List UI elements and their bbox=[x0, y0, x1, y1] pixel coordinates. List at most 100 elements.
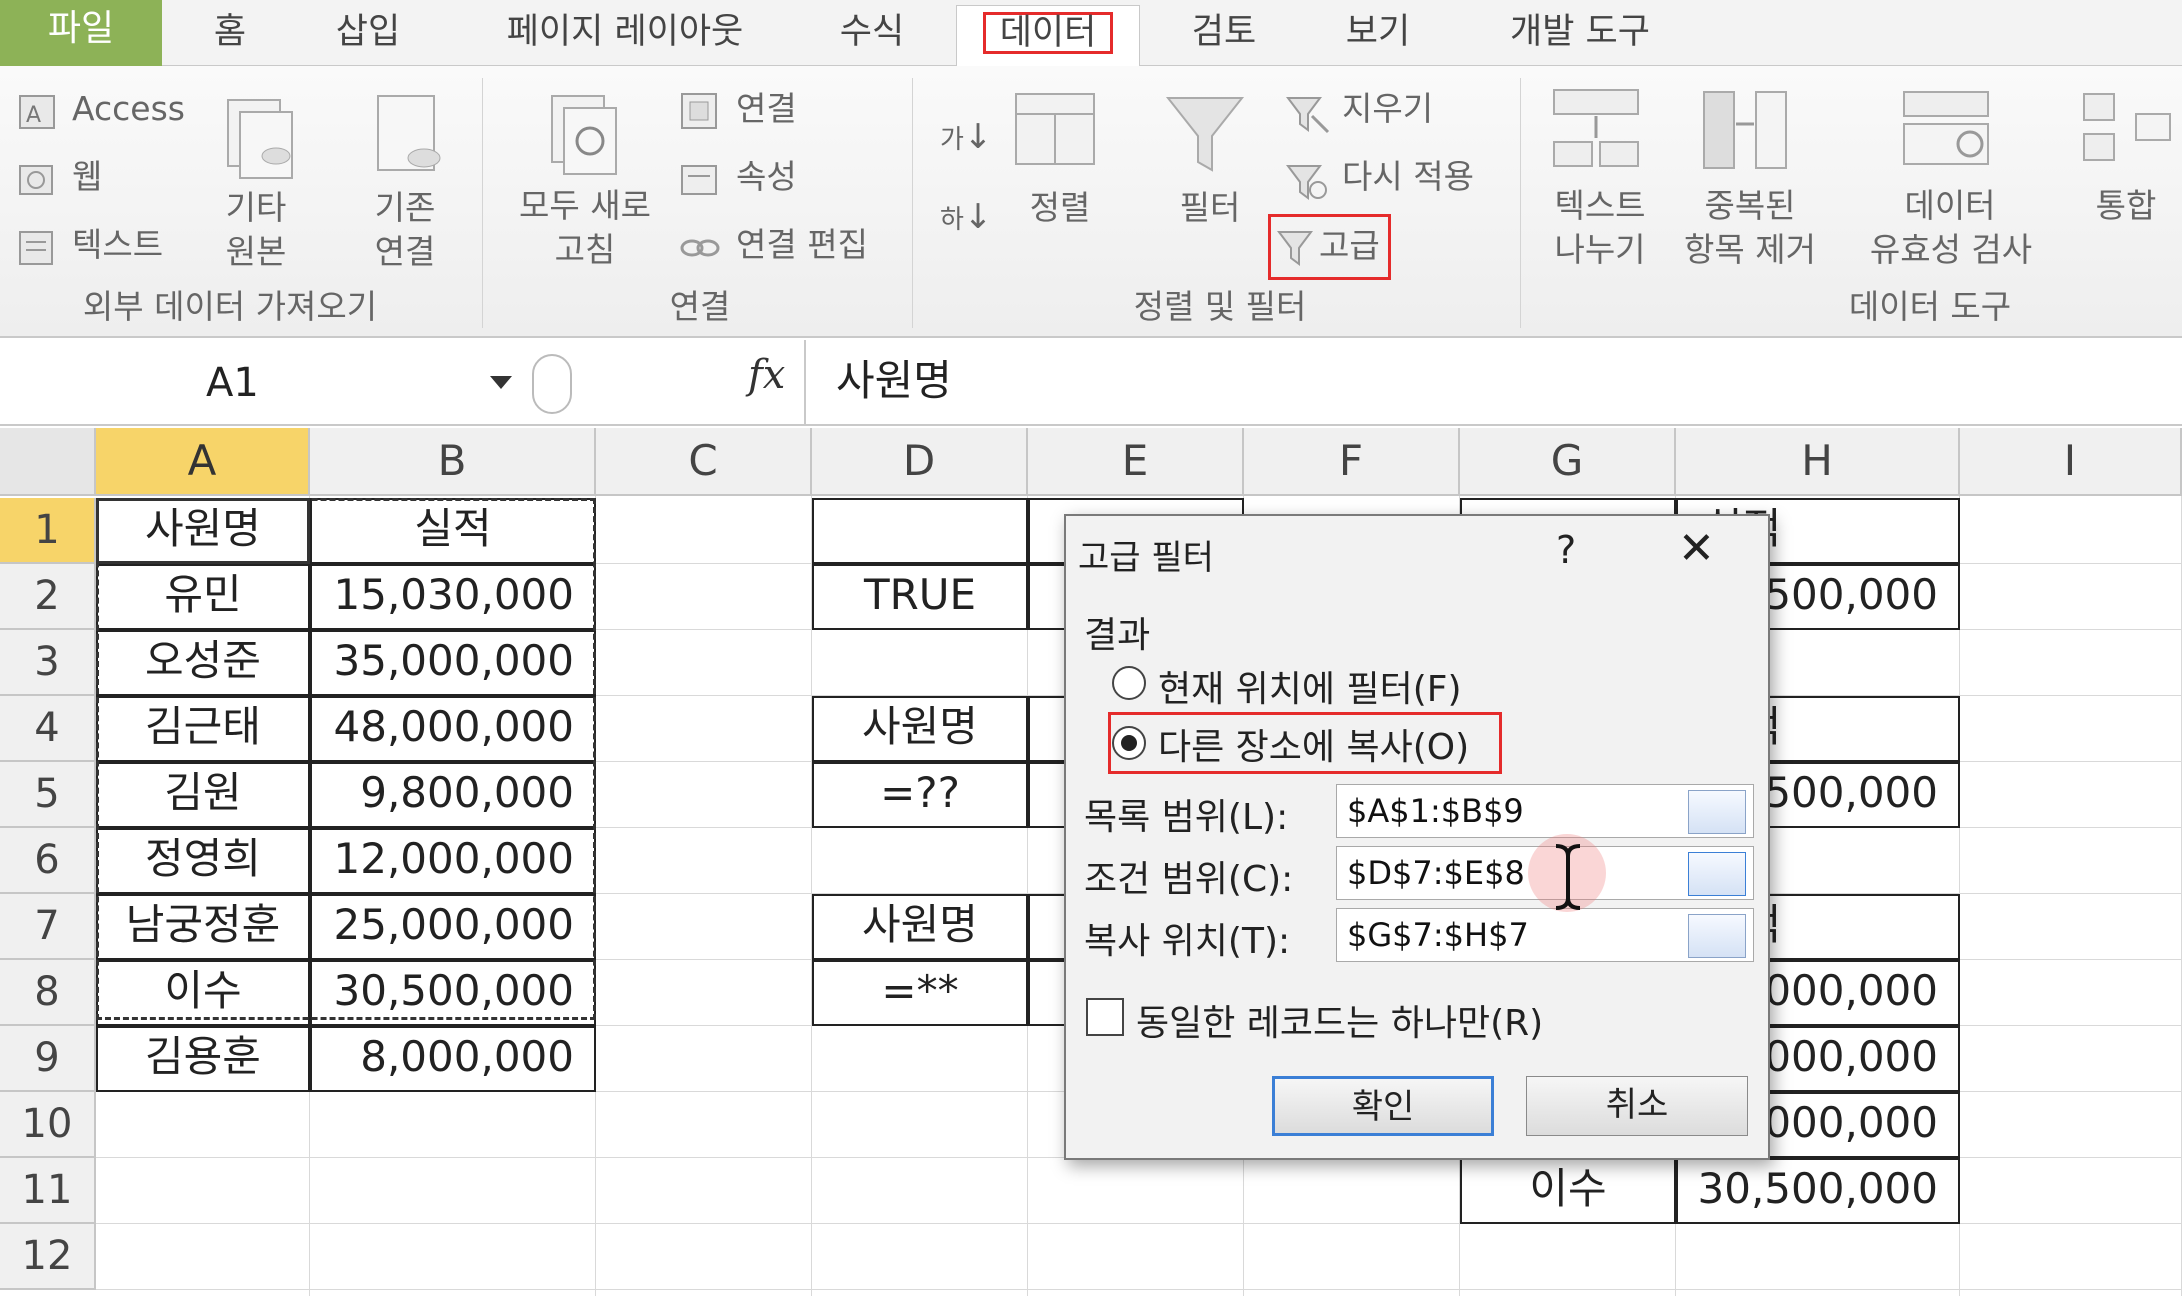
row-header-4[interactable]: 4 bbox=[0, 696, 96, 762]
tab-data[interactable]: 데이터 bbox=[956, 5, 1140, 66]
copy-to-location-label[interactable]: 다른 장소에 복사(O) bbox=[1158, 718, 1469, 770]
reapply-button[interactable]: 다시 적용 bbox=[1342, 156, 1474, 198]
copy-to-collapse-icon[interactable] bbox=[1688, 914, 1746, 958]
column-header-E[interactable]: E bbox=[1028, 428, 1244, 496]
list-range-collapse-icon[interactable] bbox=[1688, 790, 1746, 834]
action-group-label: 결과 bbox=[1084, 615, 1151, 656]
remove-duplicates-label-2[interactable]: 항목 제거 bbox=[1660, 228, 1840, 272]
text-to-columns-label-2[interactable]: 나누기 bbox=[1530, 228, 1670, 272]
row-header-5[interactable]: 5 bbox=[0, 762, 96, 828]
tab-data-label: 데이터 bbox=[982, 12, 1114, 54]
filter-in-place-label[interactable]: 현재 위치에 필터(F) bbox=[1158, 660, 1462, 712]
column-header-F[interactable]: F bbox=[1244, 428, 1460, 496]
consolidate-button[interactable]: 통합 bbox=[2076, 184, 2176, 228]
cell-A9-employee-name[interactable]: 김용훈 bbox=[96, 1026, 310, 1092]
active-cell-border bbox=[96, 498, 310, 564]
column-header-H[interactable]: H bbox=[1676, 428, 1960, 496]
row-header-1[interactable]: 1 bbox=[0, 498, 96, 564]
tab-home[interactable]: 홈 bbox=[200, 6, 260, 58]
row-header-2[interactable]: 2 bbox=[0, 564, 96, 630]
cell-H11-result-value[interactable]: 30,500,000 bbox=[1676, 1158, 1960, 1224]
row-header-8[interactable]: 8 bbox=[0, 960, 96, 1026]
row-gridline bbox=[96, 1289, 2182, 1290]
properties-button[interactable]: 속성 bbox=[736, 156, 797, 198]
tab-formulas[interactable]: 수식 bbox=[822, 6, 922, 58]
refresh-all-label-1[interactable]: 모두 새로 bbox=[500, 184, 670, 228]
filter-button[interactable]: 필터 bbox=[1160, 186, 1260, 230]
column-header-C[interactable]: C bbox=[596, 428, 812, 496]
tab-page-layout[interactable]: 페이지 레이아웃 bbox=[480, 6, 770, 58]
insert-function-icon[interactable]: fx bbox=[748, 352, 785, 398]
criteria-range-collapse-icon[interactable] bbox=[1688, 852, 1746, 896]
help-button[interactable]: ? bbox=[1556, 528, 1576, 572]
sort-button[interactable]: 정렬 bbox=[1010, 186, 1110, 230]
row-header-10[interactable]: 10 bbox=[0, 1092, 96, 1158]
consolidate-icon bbox=[2083, 93, 2171, 161]
existing-connections-label-1[interactable]: 기존 bbox=[350, 186, 460, 230]
unique-records-checkbox[interactable] bbox=[1086, 998, 1124, 1036]
text-to-columns-icon bbox=[1553, 89, 1639, 167]
copy-marquee bbox=[96, 498, 596, 1020]
tab-insert[interactable]: 삽입 bbox=[318, 6, 418, 58]
name-box-dropdown-icon[interactable] bbox=[490, 376, 512, 389]
tab-developer[interactable]: 개발 도구 bbox=[1490, 6, 1670, 58]
close-button[interactable]: ✕ bbox=[1678, 526, 1715, 572]
clear-button[interactable]: 지우기 bbox=[1342, 88, 1433, 130]
criteria-range-label: 조건 범위(C): bbox=[1084, 859, 1294, 900]
formula-input[interactable]: 사원명 bbox=[836, 348, 952, 414]
row-header-12[interactable]: 12 bbox=[0, 1224, 96, 1290]
web-button[interactable]: 웹 bbox=[72, 156, 102, 198]
row-header-7[interactable]: 7 bbox=[0, 894, 96, 960]
cell-D7-criteria-header[interactable]: 사원명 bbox=[812, 894, 1028, 960]
text-button[interactable]: 텍스트 bbox=[72, 224, 163, 266]
tab-view[interactable]: 보기 bbox=[1328, 6, 1428, 58]
row-header-6[interactable]: 6 bbox=[0, 828, 96, 894]
filter-in-place-radio[interactable] bbox=[1112, 666, 1146, 700]
group-label-external-data: 외부 데이터 가져오기 bbox=[82, 287, 378, 326]
copy-to-label: 복사 위치(T): bbox=[1084, 921, 1291, 962]
sort-ascending-button[interactable]: 가↓ bbox=[940, 116, 992, 161]
refresh-all-label-2[interactable]: 고침 bbox=[500, 228, 670, 272]
name-box[interactable]: A1 bbox=[0, 348, 520, 418]
cell-D8-criteria-value[interactable]: =** bbox=[812, 960, 1028, 1026]
cell-B9-performance[interactable]: 8,000,000 bbox=[310, 1026, 596, 1092]
unique-records-label[interactable]: 동일한 레코드는 하나만(R) bbox=[1136, 994, 1543, 1046]
group-label-connections: 연결 bbox=[669, 287, 731, 326]
connections-button[interactable]: 연결 bbox=[736, 88, 797, 130]
data-validation-label-1[interactable]: 데이터 bbox=[1880, 184, 2020, 228]
cancel-button[interactable]: 취소 bbox=[1526, 1076, 1748, 1136]
access-button[interactable]: Access bbox=[72, 88, 185, 130]
existing-connections-icon bbox=[377, 95, 441, 171]
ribbon: A Access 웹 텍스트 기타 원본 기존 연결 외부 데이터 가져오기 모… bbox=[0, 66, 2182, 338]
column-header-A[interactable]: A bbox=[96, 428, 310, 496]
select-all-corner[interactable] bbox=[0, 428, 96, 496]
text-to-columns-label-1[interactable]: 텍스트 bbox=[1530, 184, 1670, 228]
filter-funnel-icon bbox=[1165, 97, 1245, 172]
advanced-filter-button[interactable]: 고급 bbox=[1268, 214, 1391, 280]
column-header-D[interactable]: D bbox=[812, 428, 1028, 496]
column-header-G[interactable]: G bbox=[1460, 428, 1676, 496]
ok-button[interactable]: 확인 bbox=[1272, 1076, 1494, 1136]
text-cursor-icon bbox=[1555, 844, 1581, 910]
remove-duplicates-label-1[interactable]: 중복된 bbox=[1670, 184, 1830, 228]
cell-D4-criteria-header[interactable]: 사원명 bbox=[812, 696, 1028, 762]
edit-links-button[interactable]: 연결 편집 bbox=[736, 224, 868, 266]
column-header-B[interactable]: B bbox=[310, 428, 596, 496]
other-sources-label-2[interactable]: 원본 bbox=[196, 230, 316, 274]
data-validation-label-2[interactable]: 유효성 검사 bbox=[1836, 228, 2066, 272]
tab-review[interactable]: 검토 bbox=[1174, 6, 1274, 58]
cell-D5-criteria-value[interactable]: =?? bbox=[812, 762, 1028, 828]
row-header-11[interactable]: 11 bbox=[0, 1158, 96, 1224]
cell-G11-result-name[interactable]: 이수 bbox=[1460, 1158, 1676, 1224]
column-header-I[interactable]: I bbox=[1960, 428, 2182, 496]
other-sources-label-1[interactable]: 기타 bbox=[196, 186, 316, 230]
cell-D2-criteria-true[interactable]: TRUE bbox=[812, 564, 1028, 630]
tab-file[interactable]: 파일 bbox=[0, 0, 162, 66]
data-validation-icon bbox=[1903, 91, 1989, 165]
copy-to-location-radio[interactable] bbox=[1112, 726, 1146, 760]
row-header-9[interactable]: 9 bbox=[0, 1026, 96, 1092]
formula-bar-handle[interactable] bbox=[532, 354, 572, 414]
sort-descending-button[interactable]: 하↓ bbox=[940, 196, 992, 241]
row-header-3[interactable]: 3 bbox=[0, 630, 96, 696]
existing-connections-label-2[interactable]: 연결 bbox=[350, 230, 460, 274]
